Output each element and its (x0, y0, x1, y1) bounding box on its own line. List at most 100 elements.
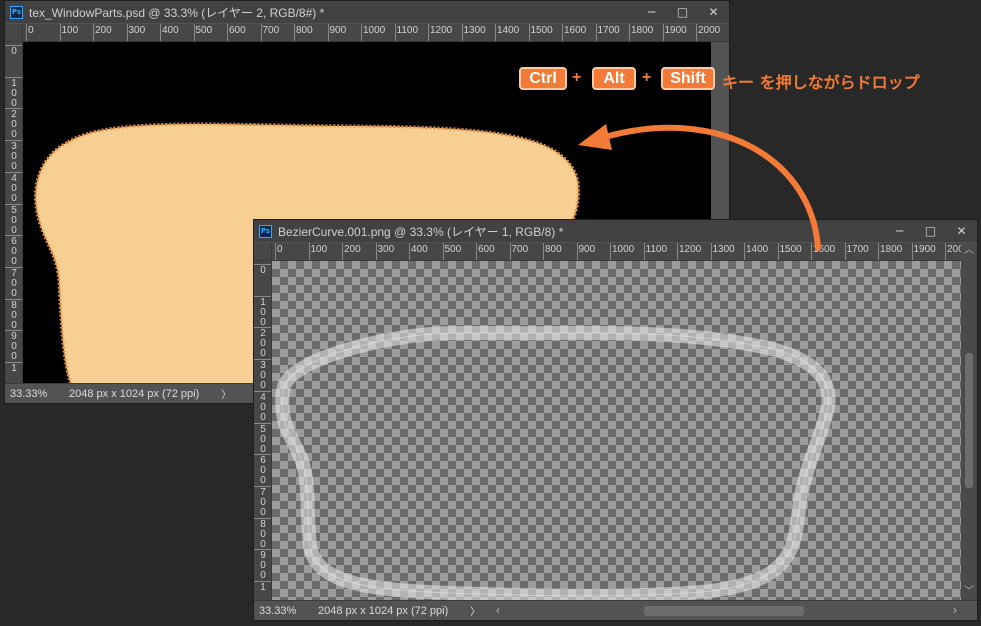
vertical-scroll-thumb[interactable] (965, 353, 973, 488)
ruler-tick-label: 200 (342, 243, 361, 260)
ruler-tick-label: 1400 (744, 243, 768, 260)
ruler-tick-label: 1000 (361, 24, 385, 41)
ruler-tick-label: 900 (5, 330, 22, 362)
ruler-tick-label: 500 (442, 243, 461, 260)
scroll-up-arrow[interactable]: ︿ (961, 243, 977, 259)
status-menu-arrow[interactable]: 〉 (221, 386, 231, 401)
ruler-tick-label: 200 (5, 108, 22, 140)
ruler-tick-label: 500 (193, 24, 212, 41)
close-button[interactable]: ✕ (698, 1, 729, 23)
ruler-tick-label: 200 (254, 327, 271, 359)
ruler-tick-label: 500 (5, 203, 22, 236)
ruler-tick-label: 500 (254, 422, 271, 455)
title-bar[interactable]: Ps tex_WindowParts.psd @ 33.3% (レイヤー 2, … (5, 1, 729, 23)
close-button[interactable]: ✕ (946, 220, 977, 242)
window-title: BezierCurve.001.png @ 33.3% (レイヤー 1, RGB… (278, 224, 564, 239)
zoom-level[interactable]: 33.33% (5, 388, 55, 400)
ruler-tick-label: 100 (308, 243, 327, 260)
ruler-tick-label: 900 (254, 549, 271, 581)
vertical-scrollbar[interactable]: ︿ ﹀ (961, 243, 977, 600)
ruler-tick-label: 700 (260, 24, 279, 41)
restore-button[interactable]: □ (667, 1, 698, 23)
ruler-tick-label: 400 (254, 390, 271, 423)
ruler-tick-label: 1200 (677, 243, 701, 260)
ruler-tick-label: 1100 (394, 24, 418, 41)
ruler-tick-label: 100 (59, 24, 78, 41)
document-canvas[interactable] (272, 261, 961, 600)
horizontal-scrollbar[interactable]: ‹ › (494, 601, 961, 620)
minimize-button[interactable]: ─ (636, 1, 667, 23)
ruler-tick-label: 1300 (461, 24, 486, 41)
ruler-tick-label: 800 (254, 517, 271, 550)
scroll-down-arrow[interactable]: ﹀ (961, 584, 977, 600)
ruler-tick-label: 1900 (911, 243, 936, 260)
ruler-tick-label: 0 (254, 264, 271, 276)
ruler-tick-label: 200 (93, 24, 112, 41)
ruler-tick-label: 300 (254, 359, 271, 391)
ruler-tick-label: 600 (227, 24, 246, 41)
ruler-tick-label: 600 (254, 454, 271, 486)
window-title: tex_WindowParts.psd @ 33.3% (レイヤー 2, RGB… (29, 5, 325, 20)
document-size: 2048 px x 1024 px (72 ppi) (69, 387, 200, 400)
ruler-tick-label: 1600 (811, 243, 835, 260)
ruler-tick-label: 1 (5, 362, 22, 374)
ruler-tick-label: 100 (5, 76, 22, 109)
ruler-tick-label: 300 (5, 140, 22, 172)
ruler-tick-label: 1900 (662, 24, 687, 41)
zoom-level[interactable]: 33.33% (254, 605, 304, 617)
bezier-curve-layer (275, 325, 836, 600)
minimize-button[interactable]: ─ (884, 220, 915, 242)
ruler-tick-label: 400 (160, 24, 179, 41)
status-bar: 33.33% 2048 px x 1024 px (72 ppi) 〉 ‹ › (254, 600, 977, 620)
ruler-tick-label: 400 (5, 171, 22, 204)
ruler-corner[interactable] (5, 24, 23, 42)
ruler-tick-label: 900 (576, 243, 595, 260)
ruler-tick-label: 300 (375, 243, 394, 260)
ruler-tick-label: 800 (5, 298, 22, 331)
horizontal-ruler[interactable]: 0 100 200 300 400 500 600 700 800 900 1000 1100 1200… (272, 243, 961, 261)
ctrl-key-label: Ctrl (519, 67, 567, 90)
ruler-tick-label: 900 (327, 24, 346, 41)
photoshop-icon: Ps (10, 5, 23, 19)
drop-instruction-text: キー を押しながらドロップ (722, 73, 920, 92)
scroll-left-arrow[interactable]: ‹ (496, 603, 500, 617)
ruler-tick-label: 1800 (629, 24, 653, 41)
title-bar[interactable]: Ps BezierCurve.001.png @ 33.3% (レイヤー 1, … (254, 220, 977, 242)
document-size: 2048 px x 1024 px (72 ppi) (318, 604, 449, 617)
ruler-corner[interactable] (254, 243, 272, 261)
ruler-tick-label: 1000 (610, 243, 634, 260)
ruler-tick-label: 700 (5, 266, 22, 299)
plus-sign: + (572, 69, 582, 86)
restore-button[interactable]: □ (915, 220, 946, 242)
ruler-tick-label: 1500 (528, 24, 553, 41)
ruler-tick-label: 0 (5, 45, 22, 57)
ruler-tick-label: 0 (275, 243, 283, 260)
vertical-ruler[interactable]: 0 1002003004005006007008009001 (254, 261, 272, 600)
vertical-ruler[interactable]: 0 1002003004005006007008009001 (5, 42, 23, 383)
shift-key-label: Shift (661, 67, 715, 90)
ruler-tick-label: 1100 (643, 243, 667, 260)
document-window-front[interactable]: Ps BezierCurve.001.png @ 33.3% (レイヤー 1, … (253, 219, 978, 621)
ruler-tick-label: 100 (254, 295, 271, 328)
horizontal-scroll-thumb[interactable] (644, 606, 804, 616)
photoshop-icon: Ps (259, 224, 272, 238)
ruler-tick-label: 800 (294, 24, 313, 41)
ruler-tick-label: 800 (543, 243, 562, 260)
ruler-tick-label: 1800 (878, 243, 902, 260)
ruler-tick-label: 1200 (428, 24, 452, 41)
plus-sign: + (642, 69, 652, 86)
ruler-tick-label: 400 (409, 243, 428, 260)
scroll-right-arrow[interactable]: › (953, 603, 957, 617)
ruler-tick-label: 0 (26, 24, 34, 41)
ruler-tick-label: 1500 (777, 243, 802, 260)
ruler-tick-label: 200 (945, 243, 961, 260)
ruler-tick-label: 1300 (710, 243, 735, 260)
ruler-tick-label: 300 (126, 24, 145, 41)
ruler-tick-label: 700 (509, 243, 528, 260)
ruler-tick-label: 700 (254, 485, 271, 518)
horizontal-ruler[interactable]: 0 100 200 300 400 500 600 700 800 900 1000 1100 1200… (23, 24, 729, 42)
ruler-tick-label: 2000 (696, 24, 720, 41)
status-menu-arrow[interactable]: 〉 (470, 603, 480, 618)
ruler-tick-label: 600 (476, 243, 495, 260)
ruler-tick-label: 1600 (562, 24, 586, 41)
